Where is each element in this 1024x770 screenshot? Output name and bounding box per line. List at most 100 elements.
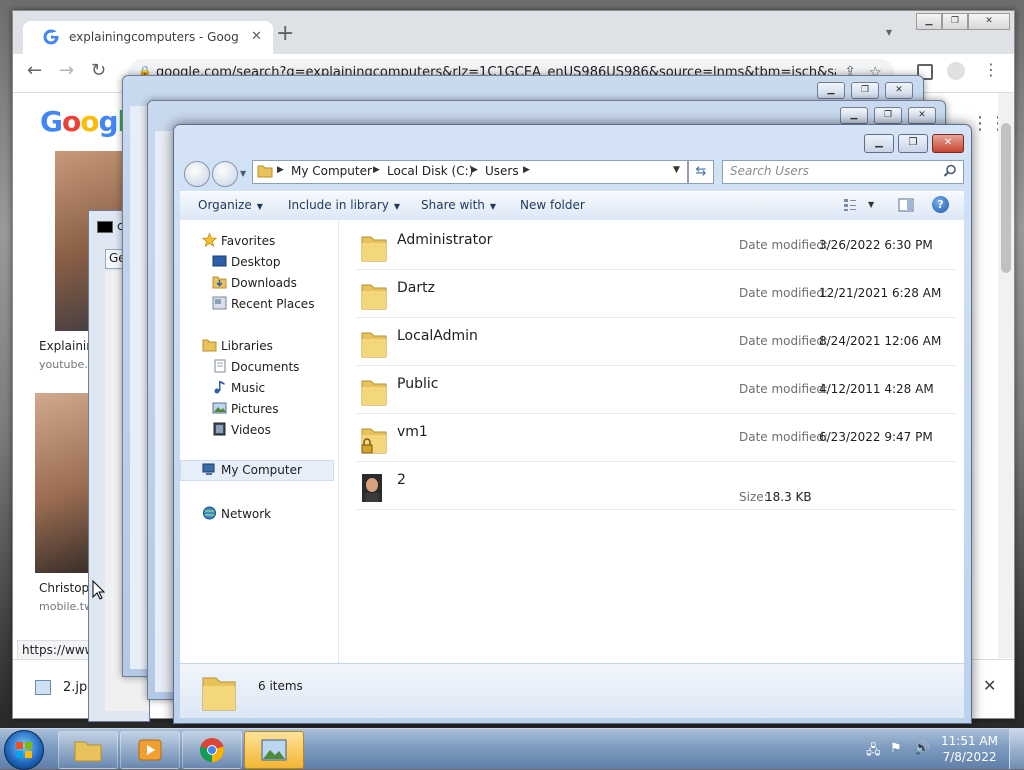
nav-recent-places-label: Recent Places: [231, 297, 315, 311]
taskbar-photo-viewer-button[interactable]: [244, 731, 304, 769]
result-source: mobile.tw: [39, 600, 94, 613]
file-list: Administrator Date modified: 3/26/2022 6:3…: [340, 220, 964, 663]
include-in-library-button[interactable]: Include in library ▼: [288, 198, 400, 212]
minimize-button[interactable]: ▁: [864, 134, 894, 153]
file-list-row[interactable]: vm1 Date modified: 6/23/2022 9:47 PM: [356, 414, 956, 462]
nav-desktop[interactable]: Desktop: [212, 255, 281, 269]
search-icon[interactable]: [943, 164, 957, 178]
forward-icon[interactable]: →: [59, 60, 74, 81]
file-list-row[interactable]: Public Date modified: 4/12/2011 4:28 AM: [356, 366, 956, 414]
folder-icon: [360, 281, 388, 311]
address-bar[interactable]: ▶ My Computer ▶ Local Disk (C:) ▶ Users …: [252, 160, 688, 184]
forward-button[interactable]: [212, 161, 238, 187]
file-list-row[interactable]: 2 Size: 18.3 KB: [356, 462, 956, 510]
nav-libraries-label: Libraries: [221, 339, 273, 353]
reload-icon[interactable]: ↻: [91, 60, 106, 81]
result-title[interactable]: Explainin: [39, 339, 94, 353]
network-icon: [202, 506, 217, 520]
maximize-button[interactable]: ❐: [942, 13, 968, 30]
back-icon[interactable]: ←: [27, 60, 42, 81]
file-name: Dartz: [397, 280, 435, 296]
folder-icon: [360, 233, 388, 263]
organize-label: Organize: [198, 198, 252, 212]
file-list-row[interactable]: Dartz Date modified: 12/21/2021 6:28 AM: [356, 270, 956, 318]
nav-recent-places[interactable]: Recent Places: [212, 296, 315, 311]
start-button[interactable]: [4, 730, 44, 770]
chevron-down-icon: ▼: [393, 202, 401, 211]
recent-pages-chevron-icon[interactable]: ▼: [240, 169, 246, 178]
minimize-button[interactable]: ▁: [840, 107, 868, 124]
nav-network[interactable]: Network: [203, 506, 271, 521]
maximize-button[interactable]: ❐: [898, 134, 928, 153]
nav-desktop-label: Desktop: [231, 255, 281, 269]
nav-documents[interactable]: Documents: [214, 359, 299, 374]
breadcrumb-arrow-icon[interactable]: ▶: [471, 165, 478, 175]
organize-button[interactable]: Organize ▼: [198, 198, 263, 212]
breadcrumb-my-computer[interactable]: My Computer: [291, 164, 372, 178]
share-with-button[interactable]: Share with ▼: [421, 198, 496, 212]
new-tab-icon[interactable]: +: [276, 21, 294, 46]
search-input[interactable]: Search Users: [722, 160, 964, 184]
maximize-button[interactable]: ❐: [851, 82, 879, 99]
show-desktop-button[interactable]: [1009, 729, 1024, 769]
menu-kebab-icon[interactable]: ⋮: [983, 60, 999, 79]
file-list-row[interactable]: Administrator Date modified: 3/26/2022 6:3…: [356, 222, 956, 270]
close-button[interactable]: ✕: [885, 82, 913, 99]
network-tray-icon[interactable]: 🖧: [866, 741, 881, 763]
new-folder-button[interactable]: New folder: [520, 198, 585, 212]
action-center-flag-icon[interactable]: ⚑: [890, 741, 902, 756]
minimize-button[interactable]: ▁: [817, 82, 845, 99]
back-button[interactable]: [184, 161, 210, 187]
breadcrumb-arrow-icon[interactable]: ▶: [373, 165, 380, 175]
nav-libraries[interactable]: Libraries: [202, 339, 273, 353]
address-history-chevron-icon[interactable]: ▼: [673, 165, 680, 175]
music-icon: [212, 380, 227, 394]
taskbar-media-player-button[interactable]: [120, 731, 180, 769]
breadcrumb-users[interactable]: Users: [485, 164, 519, 178]
breadcrumb-arrow-icon[interactable]: ▶: [277, 165, 284, 175]
libraries-icon: [202, 338, 217, 352]
close-button[interactable]: ✕: [932, 134, 964, 153]
chrome-tab-strip: explainingcomputers - Google Se ✕ + ▾ ▁ …: [13, 11, 1014, 54]
nav-videos[interactable]: Videos: [213, 422, 271, 437]
scrollbar-thumb[interactable]: [1001, 123, 1011, 273]
breadcrumb-arrow-icon[interactable]: ▶: [523, 165, 530, 175]
taskbar-explorer-button[interactable]: [58, 731, 118, 769]
file-meta-label: Date modified:: [739, 430, 829, 444]
explorer-window: ▁ ❐ ✕ ▼ ▶ My Computer ▶ Local Disk (C:) …: [173, 124, 972, 724]
downloads-icon: [212, 275, 227, 289]
nav-favorites-label: Favorites: [221, 234, 276, 248]
refresh-icon[interactable]: ⇆: [688, 160, 714, 184]
volume-icon[interactable]: 🔊: [914, 741, 930, 756]
clock-date: 7/8/2022: [942, 750, 997, 764]
view-chevron-down-icon[interactable]: ▼: [868, 200, 874, 209]
close-download-bar-icon[interactable]: ✕: [983, 676, 996, 695]
page-scrollbar[interactable]: [998, 93, 1014, 658]
nav-pictures[interactable]: Pictures: [212, 402, 279, 416]
breadcrumb-local-disk[interactable]: Local Disk (C:): [387, 164, 473, 178]
close-button[interactable]: ✕: [908, 107, 936, 124]
nav-favorites[interactable]: Favorites: [202, 233, 276, 248]
view-options-icon[interactable]: [843, 198, 857, 212]
nav-music[interactable]: Music: [214, 381, 266, 395]
close-button[interactable]: ✕: [968, 13, 1010, 30]
tab-search-chevron-icon[interactable]: ▾: [886, 25, 892, 39]
system-clock[interactable]: 11:51 AM 7/8/2022: [941, 733, 998, 765]
maximize-button[interactable]: ❐: [874, 107, 902, 124]
file-meta-label: Date modified:: [739, 238, 829, 252]
minimize-button[interactable]: ▁: [916, 13, 942, 30]
file-name: LocalAdmin: [397, 328, 478, 344]
explorer-content: Favorites Desktop Downloads Recent Place…: [180, 220, 964, 663]
nav-music-label: Music: [231, 381, 266, 395]
clock-time: 11:51 AM: [941, 734, 998, 748]
nav-my-computer[interactable]: My Computer: [180, 460, 334, 481]
preview-pane-icon[interactable]: [898, 197, 914, 213]
file-list-row[interactable]: LocalAdmin Date modified: 8/24/2021 12:06 …: [356, 318, 956, 366]
browser-tab[interactable]: explainingcomputers - Google Se ✕: [23, 21, 273, 54]
close-tab-icon[interactable]: ✕: [251, 29, 262, 44]
folder-icon: [360, 377, 388, 407]
nav-downloads[interactable]: Downloads: [212, 276, 297, 290]
taskbar-chrome-button[interactable]: [182, 731, 242, 769]
help-icon[interactable]: ?: [932, 196, 949, 213]
profile-avatar-icon[interactable]: [947, 62, 965, 80]
